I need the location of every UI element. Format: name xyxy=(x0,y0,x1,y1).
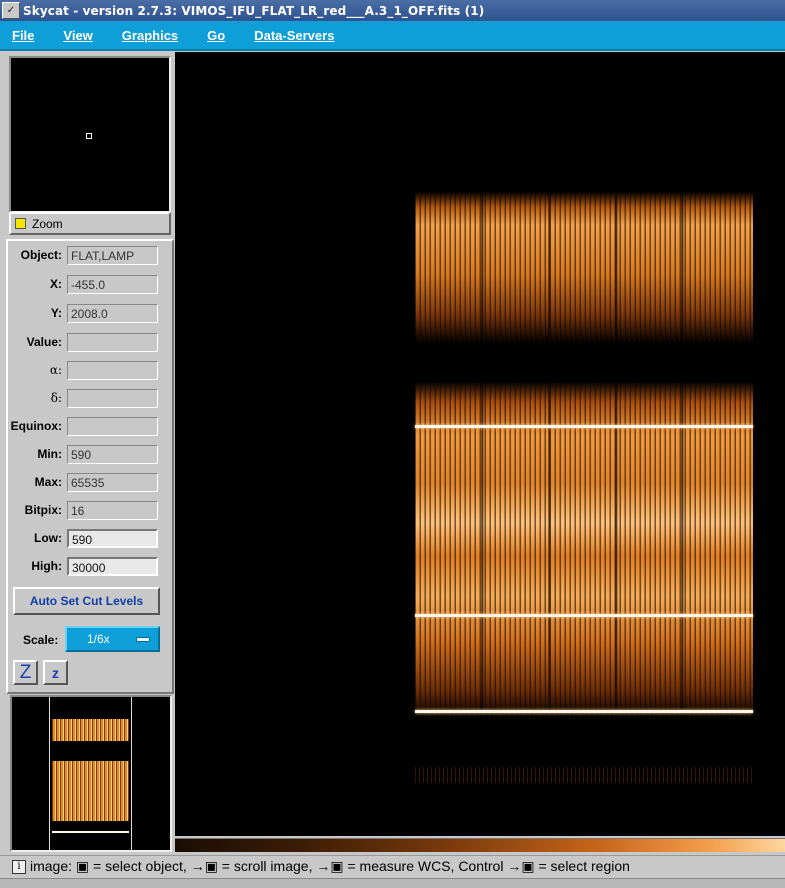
delta-label: δ: xyxy=(50,391,62,405)
menu-graphics[interactable]: Graphics xyxy=(122,28,178,43)
zoom-out-button[interactable]: z xyxy=(43,660,68,685)
status-bar: i image: ▣ = select object, →▣ = scroll … xyxy=(0,855,785,877)
alpha-row: α: xyxy=(8,360,174,382)
left-panel: Zoom Object: FLAT,LAMP X: -455.0 Y: 2008… xyxy=(5,52,175,852)
scale-label: Scale: xyxy=(23,633,59,647)
max-row: Max: 65535 xyxy=(8,472,174,494)
title-bar: ✓ Skycat - version 2.7.3: VIMOS_IFU_FLAT… xyxy=(0,0,785,21)
min-label: Min: xyxy=(37,447,62,461)
high-label: High: xyxy=(31,559,62,573)
scale-menubutton[interactable]: 1/6x xyxy=(65,626,160,652)
thumbnail-band-upper xyxy=(52,719,129,741)
zoom-in-button[interactable]: Z xyxy=(13,660,38,685)
spectrum-block-lower xyxy=(415,382,753,717)
max-label: Max: xyxy=(34,475,62,489)
equinox-row: Equinox: xyxy=(8,416,174,438)
spectral-line-3 xyxy=(415,710,753,713)
bitpix-value: 16 xyxy=(67,501,158,520)
min-row: Min: 590 xyxy=(8,444,174,466)
menu-file[interactable]: File xyxy=(12,28,34,43)
thumbnail-band-lower xyxy=(52,761,129,821)
delta-value xyxy=(67,389,158,408)
low-input[interactable]: 590 xyxy=(67,529,158,548)
x-label: X: xyxy=(50,277,62,291)
info-icon: i xyxy=(12,859,26,874)
image-canvas[interactable] xyxy=(175,52,785,836)
y-value: 2008.0 xyxy=(67,304,158,323)
high-row: High: 30000 xyxy=(8,556,174,578)
bitpix-row: Bitpix: 16 xyxy=(8,500,174,522)
zoom-toggle[interactable]: Zoom xyxy=(9,212,171,235)
bottom-border xyxy=(0,878,785,888)
spectral-line-2 xyxy=(415,614,753,617)
high-input[interactable]: 30000 xyxy=(67,557,158,576)
menu-data-servers[interactable]: Data-Servers xyxy=(254,28,334,43)
equinox-label: Equinox: xyxy=(10,419,62,433)
menu-bar: File View Graphics Go Data-Servers xyxy=(0,21,785,51)
value-value xyxy=(67,333,158,352)
value-label: Value: xyxy=(26,335,62,349)
status-text: image: ▣ = select object, →▣ = scroll im… xyxy=(30,858,630,874)
auto-set-cut-levels-button[interactable]: Auto Set Cut Levels xyxy=(13,587,160,615)
colorbar[interactable] xyxy=(175,838,785,852)
magnifier-window[interactable] xyxy=(10,695,172,852)
info-panel: Object: FLAT,LAMP X: -455.0 Y: 2008.0 Va… xyxy=(6,239,174,694)
spectrum-block-upper xyxy=(415,192,753,342)
zoom-checkbox-icon[interactable] xyxy=(15,218,26,229)
zoom-label: Zoom xyxy=(32,216,63,231)
alpha-value xyxy=(67,361,158,380)
window-menu-button[interactable]: ✓ xyxy=(2,2,20,19)
pan-marker[interactable] xyxy=(86,133,92,139)
value-row: Value: xyxy=(8,332,174,354)
menu-go[interactable]: Go xyxy=(207,28,225,43)
low-label: Low: xyxy=(34,531,62,545)
x-value: -455.0 xyxy=(67,275,158,294)
object-row: Object: FLAT,LAMP xyxy=(8,245,174,267)
checkmark-icon: ✓ xyxy=(6,5,16,16)
option-menu-indicator-icon xyxy=(136,637,150,642)
window-title: Skycat - version 2.7.3: VIMOS_IFU_FLAT_L… xyxy=(23,3,485,18)
y-label: Y: xyxy=(50,306,62,320)
pan-window[interactable] xyxy=(9,56,171,213)
max-value: 65535 xyxy=(67,473,158,492)
delta-row: δ: xyxy=(8,388,174,410)
min-value: 590 xyxy=(67,445,158,464)
object-label: Object: xyxy=(20,248,62,262)
object-value: FLAT,LAMP xyxy=(67,246,158,265)
equinox-value xyxy=(67,417,158,436)
low-row: Low: 590 xyxy=(8,528,174,550)
y-row: Y: 2008.0 xyxy=(8,303,174,325)
x-row: X: -455.0 xyxy=(8,274,174,296)
bitpix-label: Bitpix: xyxy=(24,503,62,517)
alpha-label: α: xyxy=(49,363,62,377)
spectrum-faint-trace xyxy=(415,767,753,783)
spectral-line-1 xyxy=(415,425,753,428)
scale-value: 1/6x xyxy=(87,632,110,646)
menu-view[interactable]: View xyxy=(63,28,92,43)
thumbnail-line xyxy=(52,831,129,833)
